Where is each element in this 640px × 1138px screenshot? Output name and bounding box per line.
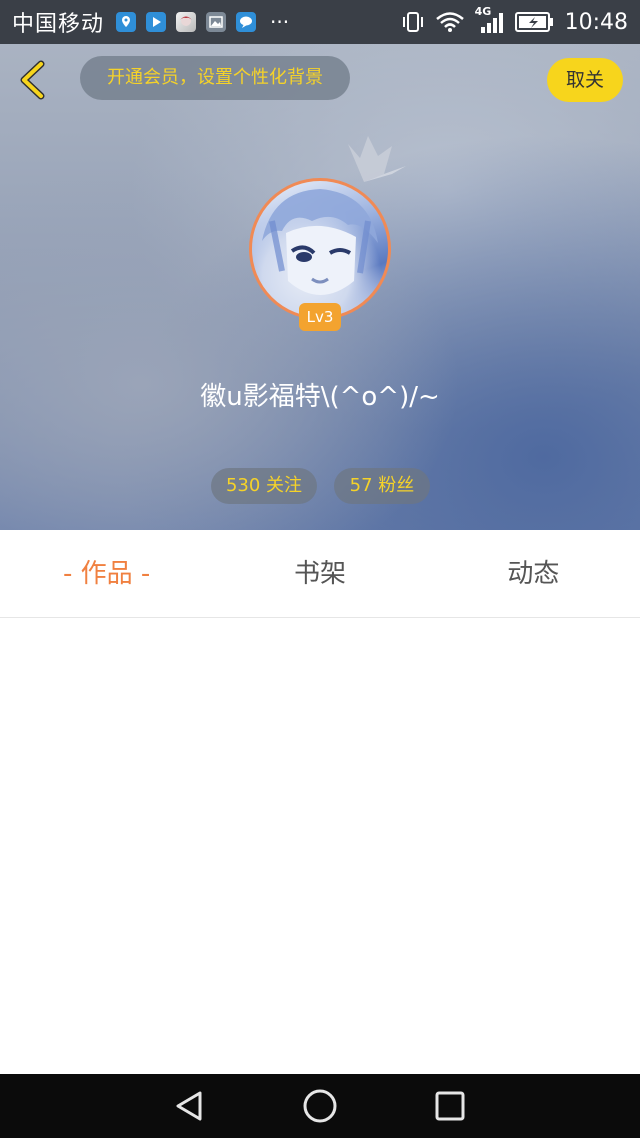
profile-header: 开通会员，设置个性化背景 取关 Lv3 徽u影福特\(^o^)/~ 530 关注… bbox=[0, 44, 640, 530]
vibrate-icon bbox=[402, 12, 423, 32]
back-triangle-icon[interactable] bbox=[172, 1088, 208, 1124]
username: 徽u影福特\(^o^)/~ bbox=[200, 382, 440, 412]
fans-count-button[interactable]: 57 粉丝 bbox=[334, 468, 430, 504]
following-count-button[interactable]: 530 关注 bbox=[211, 468, 317, 504]
system-nav-bar bbox=[0, 1074, 640, 1138]
signal-icon bbox=[480, 13, 503, 33]
anime-avatar-icon bbox=[176, 12, 197, 32]
vip-background-prompt[interactable]: 开通会员，设置个性化背景 bbox=[80, 56, 350, 100]
status-bar: 中国移动 ··· 4G 10:48 bbox=[0, 0, 640, 44]
back-button[interactable] bbox=[14, 58, 54, 102]
carrier-name: 中国移动 bbox=[12, 12, 105, 37]
notification-icons: ··· bbox=[116, 10, 289, 34]
home-circle-icon[interactable] bbox=[302, 1088, 338, 1124]
video-play-icon bbox=[146, 12, 167, 32]
battery-charging-icon bbox=[514, 12, 553, 32]
tab-content-area bbox=[0, 619, 640, 1074]
gallery-icon bbox=[206, 12, 227, 32]
anime-avatar-icon bbox=[262, 189, 378, 295]
tab-bookshelf[interactable]: 书架 bbox=[213, 530, 426, 617]
location-icon bbox=[116, 12, 137, 32]
tab-activity[interactable]: 动态 bbox=[427, 530, 640, 617]
tab-works[interactable]: - 作品 - bbox=[0, 530, 213, 617]
chat-bubble-icon bbox=[236, 12, 257, 32]
avatar[interactable] bbox=[249, 178, 391, 320]
unfollow-button[interactable]: 取关 bbox=[547, 58, 623, 102]
profile-tabs: - 作品 - 书架 动态 bbox=[0, 530, 640, 618]
signal-indicator: 4G bbox=[475, 5, 505, 35]
clock: 10:48 bbox=[564, 9, 628, 35]
more-notifications-icon: ··· bbox=[270, 10, 290, 34]
chevron-left-icon bbox=[20, 60, 45, 100]
level-badge: Lv3 bbox=[299, 303, 341, 331]
profile-stats: 530 关注 57 粉丝 bbox=[0, 468, 640, 504]
recents-square-icon[interactable] bbox=[432, 1088, 468, 1124]
wifi-icon bbox=[435, 12, 464, 32]
